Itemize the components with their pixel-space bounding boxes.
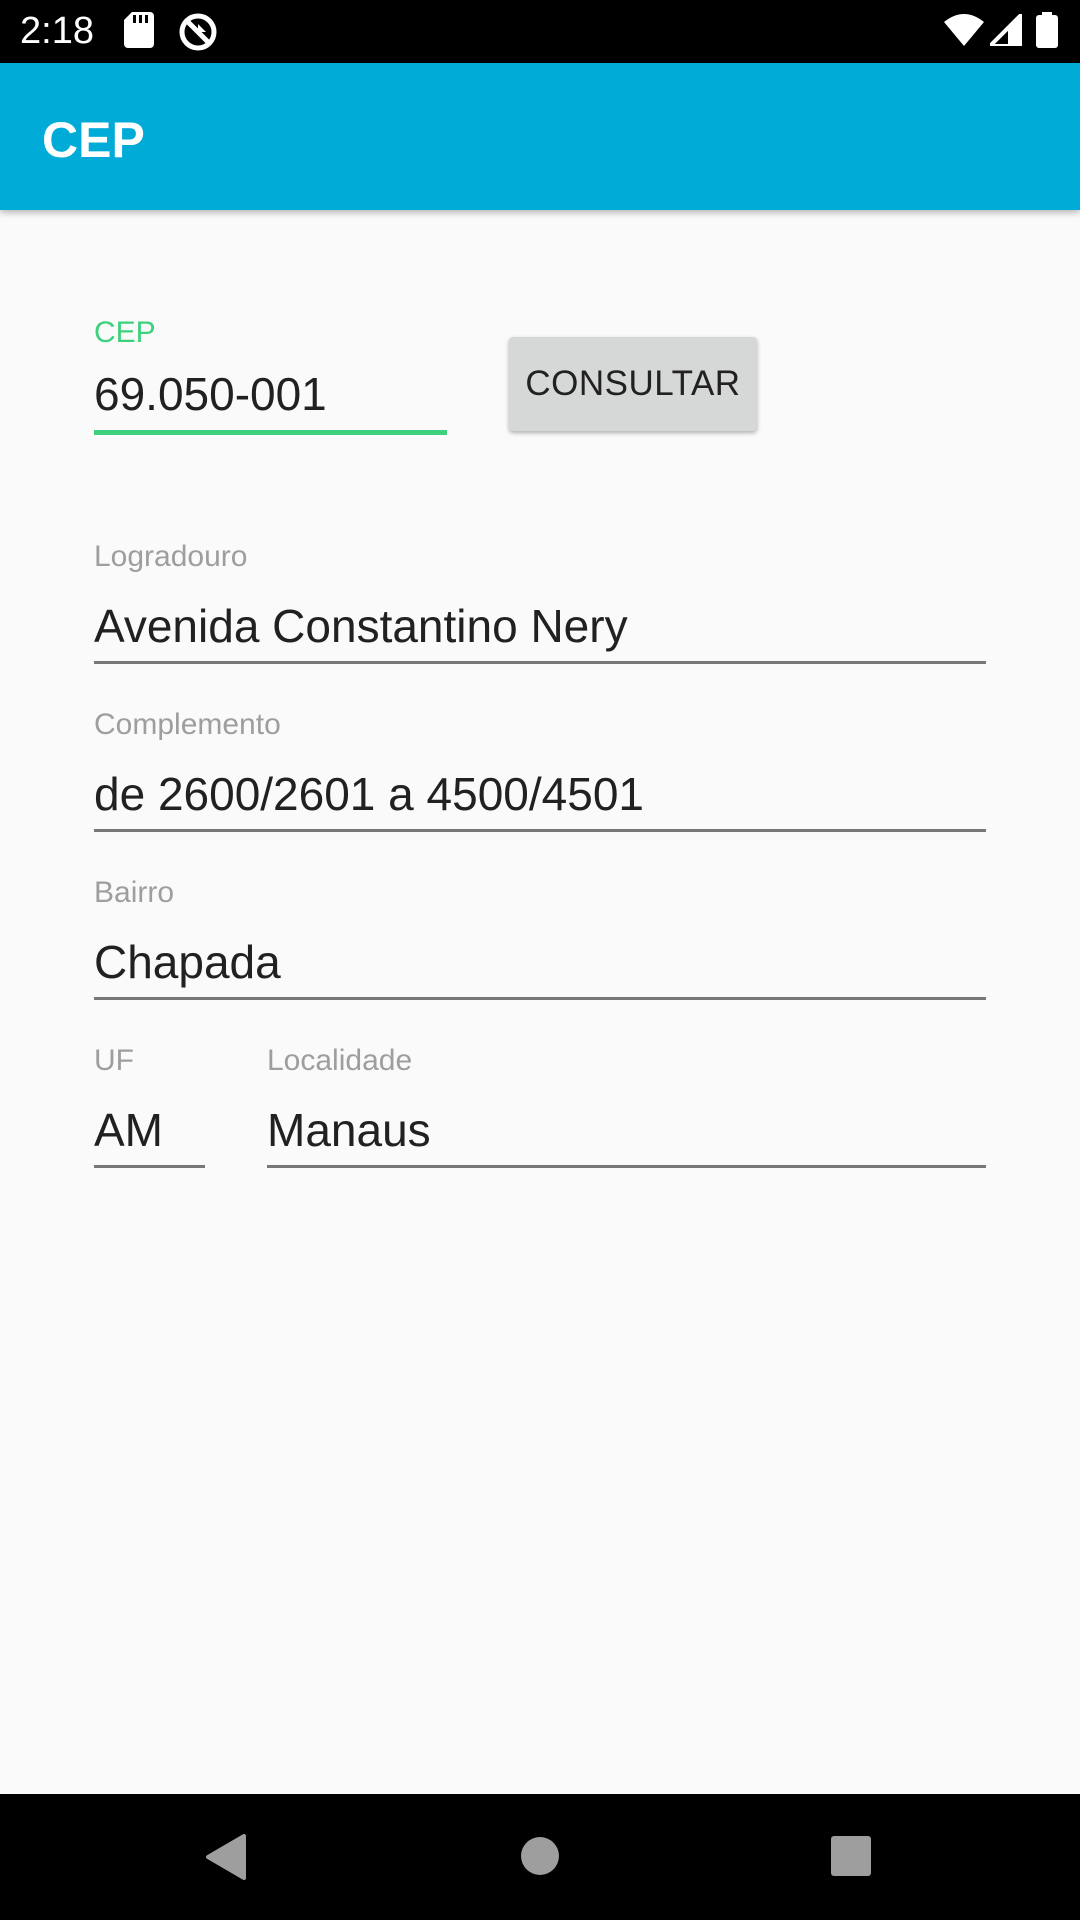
logradouro-input[interactable]: Avenida Constantino Nery — [94, 598, 628, 654]
home-icon[interactable] — [520, 1836, 560, 1881]
complemento-input[interactable]: de 2600/2601 a 4500/4501 — [94, 766, 644, 822]
status-bar: 2:18 — [0, 0, 1080, 63]
app-title: CEP — [42, 112, 145, 168]
bairro-underline — [94, 997, 986, 1000]
complemento-underline — [94, 829, 986, 832]
bairro-input[interactable]: Chapada — [94, 934, 281, 990]
logradouro-label: Logradouro — [94, 540, 248, 573]
back-icon[interactable] — [204, 1834, 246, 1885]
recents-icon[interactable] — [831, 1836, 871, 1881]
localidade-label: Localidade — [267, 1044, 413, 1077]
cep-input[interactable]: 69.050-001 — [94, 366, 327, 422]
signal-icon — [985, 9, 1024, 51]
uf-label: UF — [94, 1044, 134, 1077]
uf-underline — [94, 1165, 205, 1168]
app-bar: CEP — [0, 63, 1080, 210]
complemento-label: Complemento — [94, 708, 281, 741]
wifi-icon — [944, 14, 984, 51]
localidade-input[interactable]: Manaus — [267, 1102, 431, 1158]
sd-card-icon — [124, 12, 154, 53]
no-sync-icon — [178, 12, 218, 57]
uf-input[interactable]: AM — [94, 1102, 163, 1158]
logradouro-underline — [94, 661, 986, 664]
consultar-button[interactable]: CONSULTAR — [509, 337, 757, 431]
status-time: 2:18 — [20, 10, 94, 52]
cep-label: CEP — [94, 316, 156, 349]
bairro-label: Bairro — [94, 876, 175, 909]
battery-icon — [1036, 12, 1058, 53]
navigation-bar — [0, 1794, 1080, 1920]
cep-underline — [94, 430, 447, 435]
localidade-underline — [267, 1165, 986, 1168]
